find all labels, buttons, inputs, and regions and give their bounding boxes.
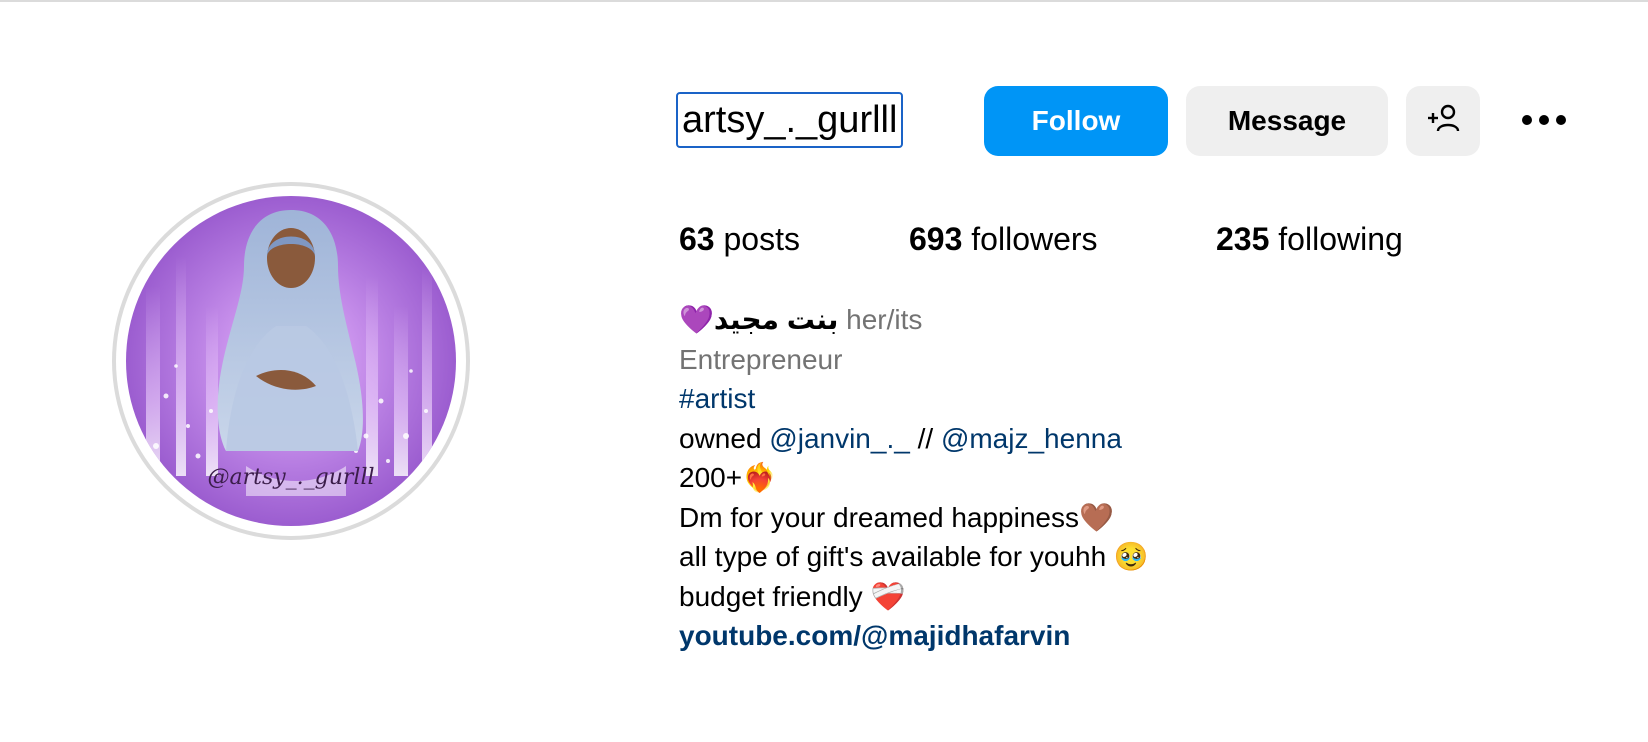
bio-line-dm: Dm for your dreamed happiness🤎 [679,501,1114,533]
more-horizontal-icon [1521,113,1567,131]
avatar-image: @artsy_._gurlll [126,196,456,526]
following-count: 235 [1216,221,1270,257]
mention-link-janvin[interactable]: @janvin_._ [769,423,910,454]
bio-name: بنت مجيد [713,304,839,335]
stat-following[interactable]: 235 following [1216,216,1403,262]
website-link[interactable]: youtube.com/@majidhafarvin [679,620,1070,651]
follow-button[interactable]: Follow [984,86,1168,156]
bio-pronouns: her/its [846,304,923,335]
profile-page: @artsy_._gurlll artsy_._gurlll Follow Me… [0,0,1648,742]
bio-emoji: 💜 [679,304,714,335]
posts-count: 63 [679,221,715,257]
message-button[interactable]: Message [1186,86,1388,156]
person-plus-icon [1426,103,1460,140]
bio-website-line: youtube.com/@majidhafarvin [679,616,1579,656]
profile-avatar[interactable]: @artsy_._gurlll [112,182,470,540]
owned-prefix: owned [679,422,770,454]
stat-posts: 63 posts [679,216,800,262]
owned-separator: // [909,422,941,454]
followers-label: followers [971,221,1098,257]
suggested-users-button[interactable] [1406,86,1480,156]
avatar-caption: @artsy_._gurlll [207,465,375,490]
avatar-border: @artsy_._gurlll [116,186,466,536]
bio-category: Entrepreneur [679,343,843,375]
bio: 💜بنت مجيد her/its Entrepreneur #artist o… [679,300,1579,656]
stat-followers[interactable]: 693 followers [909,216,1098,262]
posts-label: posts [723,221,800,257]
bio-line-gifts: all type of gift's available for youhh 🥹 [679,541,1149,572]
top-divider [0,0,1648,2]
bio-owned-line: owned @janvin_._ // @majz_henna [679,419,1579,459]
following-label: following [1278,221,1403,257]
bio-line-budget: budget friendly ❤️‍🩹 [679,580,906,612]
hashtag-link[interactable]: #artist [679,383,755,414]
bio-line-200: 200+❤️‍🔥 [679,462,777,493]
bio-hashtag-line: #artist [679,379,1579,419]
bio-name-line: 💜بنت مجيد her/its [679,300,1579,340]
username[interactable]: artsy_._gurlll [676,92,904,148]
followers-count: 693 [909,221,963,257]
more-options-button[interactable] [1516,100,1572,144]
mention-link-majz-henna[interactable]: @majz_henna [941,423,1122,454]
